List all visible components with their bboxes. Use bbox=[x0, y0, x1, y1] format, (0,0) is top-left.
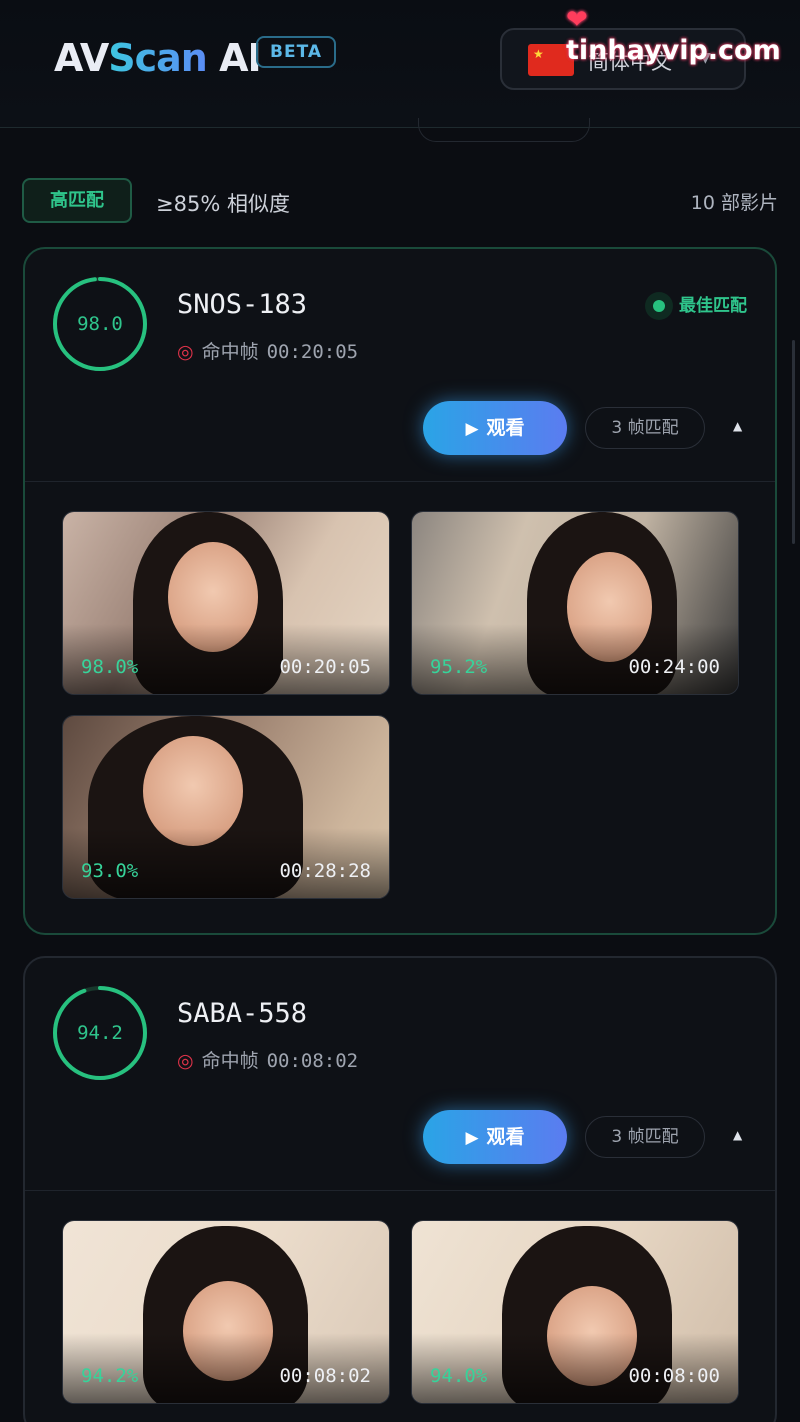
play-icon: ▶ bbox=[465, 419, 479, 439]
frame-thumbnail[interactable]: 94.2% 00:08:02 bbox=[62, 1220, 390, 1404]
best-match-badge: 最佳匹配 bbox=[645, 291, 747, 320]
frame-match-toggle[interactable]: 3 帧匹配 bbox=[585, 1116, 705, 1158]
target-icon: ◎ bbox=[177, 341, 194, 363]
frame-match-toggle[interactable]: 3 帧匹配 bbox=[585, 407, 705, 449]
frame-similarity: 98.0% bbox=[81, 656, 139, 678]
watermark: ❤tinhayvip.com bbox=[566, 4, 800, 66]
app-header: AVScan AI BETA ★ 简体中文 ▼ ❤tinhayvip.com bbox=[0, 0, 800, 128]
card-divider bbox=[25, 1190, 775, 1191]
frame-thumbnail[interactable]: 98.0% 00:20:05 bbox=[62, 511, 390, 695]
watermark-text: tinhayvip.com bbox=[566, 35, 781, 66]
frame-timestamp: 00:24:00 bbox=[628, 656, 720, 678]
logo-ai-text: AI bbox=[206, 36, 262, 80]
ghost-tab bbox=[418, 118, 590, 142]
video-code[interactable]: SNOS-183 bbox=[177, 289, 307, 320]
result-count: 10 部影片 bbox=[690, 192, 778, 214]
card-divider bbox=[25, 481, 775, 482]
similarity-label: ≥85% 相似度 bbox=[156, 192, 290, 216]
frame-thumbnail[interactable]: 95.2% 00:24:00 bbox=[411, 511, 739, 695]
hit-frame-time: 00:08:02 bbox=[266, 1050, 359, 1072]
target-icon: ◎ bbox=[177, 1050, 194, 1072]
watch-label: 观看 bbox=[486, 1126, 525, 1148]
result-card: 94.2 SABA-558 ◎ 命中帧 00:08:02 ▶ 观看 3 帧匹配 ▲ 9… bbox=[23, 956, 777, 1422]
logo-av-text: AV bbox=[54, 36, 109, 80]
frame-thumbnail[interactable]: 93.0% 00:28:28 bbox=[62, 715, 390, 899]
collapse-caret-icon[interactable]: ▲ bbox=[733, 1128, 742, 1142]
best-match-label: 最佳匹配 bbox=[679, 296, 747, 316]
match-score: 94.2 bbox=[77, 1022, 123, 1044]
frame-timestamp: 00:20:05 bbox=[279, 656, 371, 678]
result-card: 98.0 SNOS-183 ◎ 命中帧 00:20:05 最佳匹配 ▶ 观看 3 帧匹… bbox=[23, 247, 777, 935]
hit-frame-label: 命中帧 bbox=[201, 1050, 259, 1072]
match-score: 98.0 bbox=[77, 313, 123, 335]
hit-frame-time: 00:20:05 bbox=[266, 341, 359, 363]
watch-button[interactable]: ▶ 观看 bbox=[423, 401, 567, 455]
heart-icon: ❤ bbox=[566, 5, 588, 35]
logo-scan-text: Scan bbox=[108, 36, 208, 80]
watch-button[interactable]: ▶ 观看 bbox=[423, 1110, 567, 1164]
frame-similarity: 93.0% bbox=[81, 860, 139, 882]
frame-similarity: 94.2% bbox=[81, 1365, 139, 1387]
frame-similarity: 94.0% bbox=[430, 1365, 488, 1387]
hit-frame-info: ◎ 命中帧 00:20:05 bbox=[177, 337, 358, 364]
play-icon: ▶ bbox=[465, 1128, 479, 1148]
hit-frame-label: 命中帧 bbox=[201, 341, 259, 363]
beta-badge: BETA bbox=[256, 36, 337, 68]
frame-timestamp: 00:08:00 bbox=[628, 1365, 720, 1387]
collapse-caret-icon[interactable]: ▲ bbox=[733, 419, 742, 433]
scrollbar[interactable] bbox=[792, 340, 795, 544]
app-logo[interactable]: AVScan AI bbox=[54, 36, 262, 80]
watch-label: 观看 bbox=[486, 417, 525, 439]
frame-similarity: 95.2% bbox=[430, 656, 488, 678]
frame-timestamp: 00:08:02 bbox=[279, 1365, 371, 1387]
high-match-badge[interactable]: 高匹配 bbox=[22, 178, 132, 223]
hit-frame-info: ◎ 命中帧 00:08:02 bbox=[177, 1046, 358, 1073]
frame-timestamp: 00:28:28 bbox=[279, 860, 371, 882]
status-dot-icon bbox=[645, 292, 673, 320]
video-code[interactable]: SABA-558 bbox=[177, 998, 307, 1029]
frame-thumbnail[interactable]: 94.0% 00:08:00 bbox=[411, 1220, 739, 1404]
